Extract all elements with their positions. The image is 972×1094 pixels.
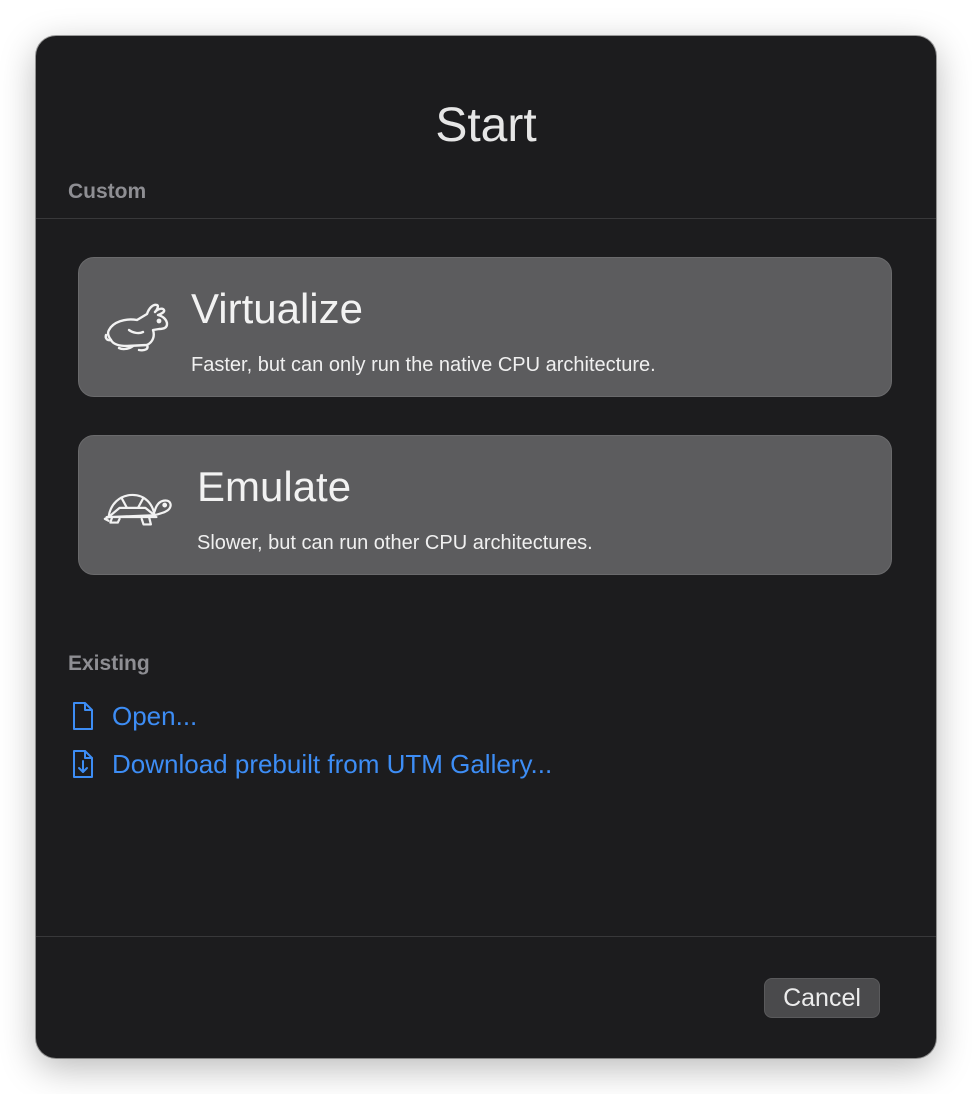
footer-divider — [36, 936, 936, 937]
virtualize-description: Faster, but can only run the native CPU … — [191, 354, 656, 376]
virtualize-option-button[interactable]: Virtualize Faster, but can only run the … — [78, 257, 892, 397]
emulate-title: Emulate — [197, 463, 352, 510]
virtualize-title: Virtualize — [191, 285, 363, 332]
dialog-title: Start — [435, 99, 537, 152]
document-icon — [73, 702, 93, 730]
custom-section-label: Custom — [68, 180, 147, 203]
rabbit-icon — [104, 303, 169, 352]
existing-section-label: Existing — [68, 652, 150, 675]
start-dialog: Start Custom Virtualize Faster, but can … — [36, 36, 936, 1058]
emulate-description: Slower, but can run other CPU architectu… — [197, 532, 593, 554]
open-link-label: Open... — [112, 700, 198, 731]
open-link[interactable]: Open... — [70, 700, 197, 732]
document-download-icon — [73, 750, 93, 778]
section-divider — [36, 218, 936, 219]
download-gallery-link-label: Download prebuilt from UTM Gallery... — [112, 748, 553, 779]
emulate-option-button[interactable]: Emulate Slower, but can run other CPU ar… — [78, 435, 892, 575]
download-gallery-link[interactable]: Download prebuilt from UTM Gallery... — [70, 748, 552, 780]
turtle-icon — [103, 493, 172, 526]
cancel-button[interactable]: Cancel — [764, 978, 880, 1018]
